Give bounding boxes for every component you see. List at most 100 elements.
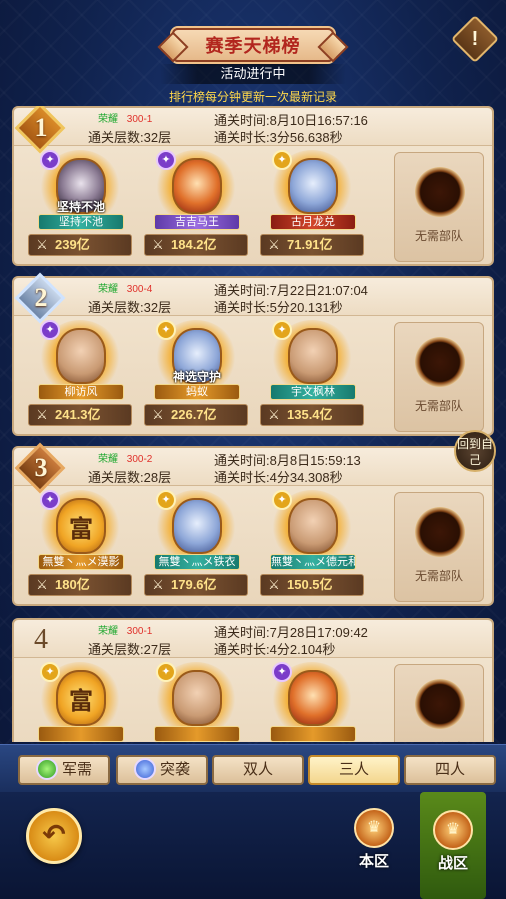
- sword-icon: ⚔: [268, 407, 280, 422]
- troops-panel: 无需部队: [394, 664, 484, 742]
- power-display: ⚔ 241.3亿: [28, 404, 132, 426]
- player-name: 無雙丶灬メ德元和: [270, 554, 356, 570]
- update-note: 排行榜每分钟更新一次最新记录: [168, 90, 337, 104]
- player-name: 吉吉马王: [154, 214, 240, 230]
- honor-tag: 荣耀 300-4: [98, 280, 152, 295]
- clear-duration: 通关时长:4分34.308秒: [214, 470, 343, 485]
- element-icon: ✦: [156, 662, 176, 682]
- rank-card[interactable]: 1 荣耀 300-1 通关层数:32层 通关时间:8月10日16:57:16 通…: [12, 106, 494, 266]
- element-icon: ✦: [156, 150, 176, 170]
- honor-tag: 荣耀 300-2: [98, 450, 152, 465]
- player-name: 無雙丶灬メ漠影: [38, 554, 124, 570]
- rank-card[interactable]: 3 荣耀 300-2 通关层数:28层 通关时间:8月8日15:59:13 通关…: [12, 442, 494, 606]
- element-icon: ✦: [272, 662, 292, 682]
- player-name: 坚持不池: [38, 214, 124, 230]
- supply-icon: [35, 757, 58, 780]
- hero-slot[interactable]: ✦ 無雙丶灬メ德元和 ⚔ 150.5亿: [256, 488, 368, 606]
- battle-zone-button[interactable]: ♛ 战区: [420, 792, 486, 899]
- local-zone-button[interactable]: ♛ 本区: [346, 808, 402, 882]
- info-icon: !: [471, 28, 479, 50]
- hero-slot[interactable]: ✦ 無雙丶灬メ铁衣 ⚔ 179.6亿: [140, 488, 252, 606]
- honor-range: 300-1: [126, 114, 153, 125]
- troops-slot-icon: [415, 337, 465, 387]
- power-value: 71.91亿: [287, 237, 333, 252]
- power-value: 180亿: [55, 577, 90, 592]
- battle-zone-label: 战区: [437, 855, 468, 872]
- rank-number: 2: [34, 283, 48, 312]
- hero-slot[interactable]: ✦ 宇文枫林 ⚔ 135.4亿: [256, 318, 368, 436]
- hero-slot[interactable]: ✦ ⚔: [256, 660, 368, 742]
- power-value: 184.2亿: [171, 237, 217, 252]
- rank-card[interactable]: 4 荣耀 300-1 通关层数:27层 通关时间:7月28日17:09:42 通…: [12, 618, 494, 742]
- power-value: 179.6亿: [171, 577, 217, 592]
- tab-1[interactable]: 军需: [18, 755, 110, 785]
- hero-lineup: ✦ 坚持不池 坚持不池 ⚔ 239亿 ✦ 吉吉马王 ⚔ 184.2亿 ✦ 古月龙…: [14, 148, 394, 266]
- hero-slot[interactable]: 富 ✦ ⚔: [24, 660, 136, 742]
- rank-card[interactable]: 2 荣耀 300-4 通关层数:32层 通关时间:7月22日21:07:04 通…: [12, 272, 494, 436]
- tab-label: 军需: [61, 761, 92, 778]
- sword-icon: ⚔: [152, 237, 164, 252]
- honor-label: 荣耀: [98, 454, 118, 465]
- cleared-floors: 通关层数:32层: [88, 300, 172, 315]
- hero-slot[interactable]: ✦ 柳访风 ⚔ 241.3亿: [24, 318, 136, 436]
- card-header: 1 荣耀 300-1 通关层数:32层 通关时间:8月10日16:57:16 通…: [14, 106, 492, 154]
- card-header: 4 荣耀 300-1 通关层数:27层 通关时间:7月28日17:09:42 通…: [14, 620, 492, 658]
- power-display: ⚔ 179.6亿: [144, 574, 248, 596]
- local-zone-label: 本区: [358, 853, 389, 870]
- power-display: ⚔ 135.4亿: [260, 404, 364, 426]
- clear-duration: 通关时长:4分2.104秒: [214, 642, 336, 657]
- hero-lineup: 富 ✦ ⚔ ✦ ⚔: [14, 660, 394, 742]
- hero-portrait: [288, 158, 338, 214]
- clear-duration: 通关时长:3分56.638秒: [214, 130, 343, 145]
- player-name: 古月龙兑: [270, 214, 356, 230]
- rank-number: 4: [34, 624, 48, 655]
- raid-icon: [133, 757, 156, 780]
- hero-slot[interactable]: ✦ 古月龙兑 ⚔ 71.91亿: [256, 148, 368, 266]
- hero-portrait: [172, 158, 222, 214]
- player-name: 蚂蚁: [154, 384, 240, 400]
- power-value: 135.4亿: [287, 407, 333, 422]
- tab-2[interactable]: 突袭: [116, 755, 208, 785]
- troops-label: 无需部队: [414, 569, 463, 583]
- hero-portrait: [172, 498, 222, 554]
- hero-slot[interactable]: ✦ 神选守护 蚂蚁 ⚔ 226.7亿: [140, 318, 252, 436]
- sword-icon: ⚔: [152, 577, 164, 592]
- power-display: ⚔ 184.2亿: [144, 234, 248, 256]
- hero-slot[interactable]: ✦ 吉吉马王 ⚔ 184.2亿: [140, 148, 252, 266]
- sword-icon: ⚔: [36, 577, 48, 592]
- sword-icon: ⚔: [268, 577, 280, 592]
- honor-range: 300-1: [126, 626, 153, 637]
- honor-tag: 荣耀 300-1: [98, 622, 152, 637]
- tab-5[interactable]: 四人: [404, 755, 496, 785]
- element-icon: ✦: [40, 150, 60, 170]
- cleared-floors: 通关层数:28层: [88, 470, 172, 485]
- clear-duration: 通关时长:5分20.131秒: [214, 300, 343, 315]
- rank-number: 1: [34, 113, 48, 142]
- element-icon: ✦: [156, 490, 176, 510]
- tab-3[interactable]: 双人: [212, 755, 304, 785]
- power-display: ⚔ 71.91亿: [260, 234, 364, 256]
- ranking-list[interactable]: 1 荣耀 300-1 通关层数:32层 通关时间:8月10日16:57:16 通…: [12, 106, 494, 742]
- page-title: 赛季天梯榜: [172, 28, 334, 62]
- hero-portrait: [172, 670, 222, 726]
- hero-lineup: 富 ✦ 無雙丶灬メ漠影 ⚔ 180亿 ✦ 無雙丶灬メ铁衣 ⚔ 179.6亿 ✦ …: [14, 488, 394, 606]
- troops-label: 无需部队: [414, 229, 463, 243]
- power-value: 150.5亿: [287, 577, 333, 592]
- tab-4[interactable]: 三人: [308, 755, 400, 785]
- card-header: 3 荣耀 300-2 通关层数:28层 通关时间:8月8日15:59:13 通关…: [14, 442, 492, 494]
- back-button[interactable]: ↶: [26, 808, 82, 864]
- element-icon: ✦: [272, 150, 292, 170]
- hero-slot[interactable]: 富 ✦ 無雙丶灬メ漠影 ⚔ 180亿: [24, 488, 136, 606]
- element-icon: ✦: [272, 490, 292, 510]
- tab-label: 双人: [242, 761, 273, 778]
- hero-slot[interactable]: ✦ ⚔: [140, 660, 252, 742]
- troops-panel: 无需部队: [394, 152, 484, 262]
- honor-tag: 荣耀 300-1: [98, 110, 152, 125]
- hero-slot[interactable]: ✦ 坚持不池 坚持不池 ⚔ 239亿: [24, 148, 136, 266]
- honor-range: 300-2: [126, 454, 153, 465]
- element-icon: ✦: [40, 662, 60, 682]
- activity-status: 活动进行中: [160, 64, 346, 84]
- honor-range: 300-4: [126, 284, 153, 295]
- back-to-self-button[interactable]: 回到自己: [454, 430, 496, 472]
- troops-label: 无需部队: [395, 739, 483, 742]
